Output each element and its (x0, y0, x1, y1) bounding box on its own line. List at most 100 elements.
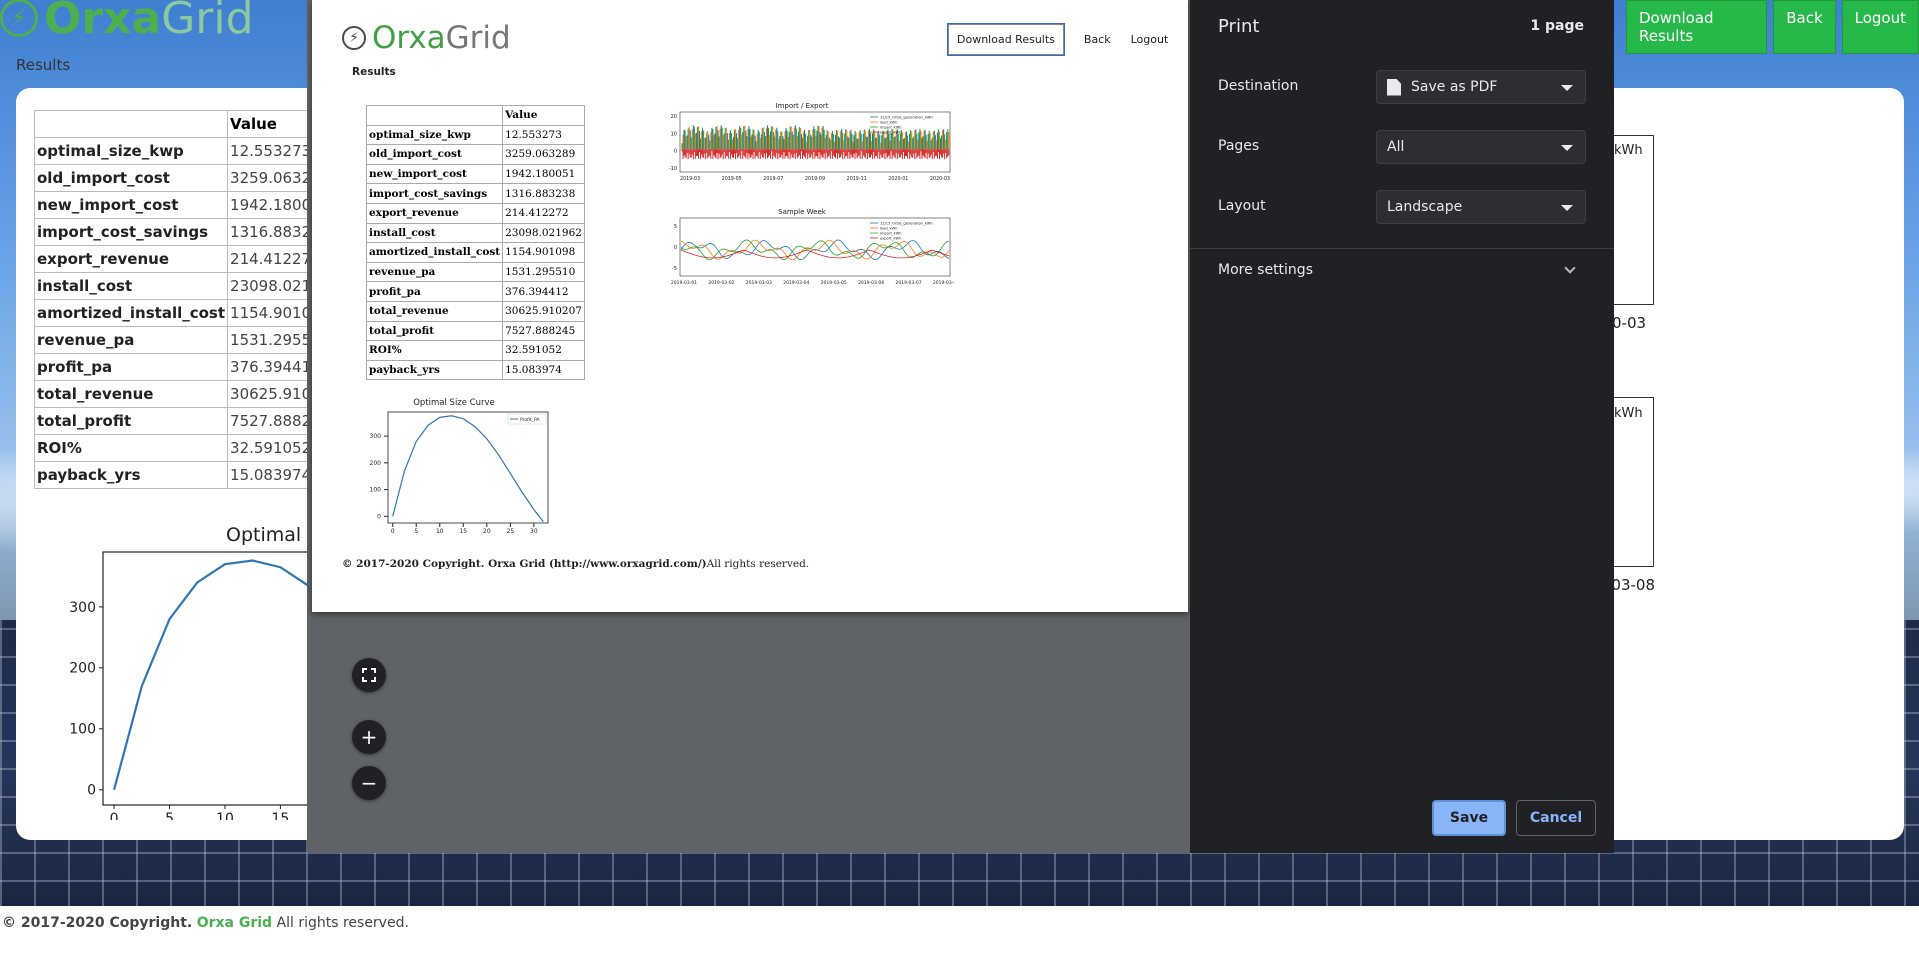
bg-y-tick-label: 300 (69, 600, 96, 616)
results-table: Value optimal_size_kwp 12.553273 old_impor… (33, 110, 343, 489)
chart-fragment-1 (1612, 135, 1654, 305)
sample-week-title: Sample Week (778, 208, 826, 216)
table-row: new_import_cost 1942.180051 (33, 191, 343, 219)
back-button[interactable]: Back (1773, 0, 1836, 54)
fit-to-page-button[interactable] (352, 658, 386, 692)
preview-table-key: optimal_size_kwp (365, 124, 504, 146)
optimal-curve-title: Optimal Size Curve (413, 398, 495, 408)
preview-table-header-value: Value (502, 105, 585, 126)
preview-table-value: 15.083974 (502, 359, 585, 381)
preview-y-tick-label: 200 (370, 460, 382, 467)
week-y-tick-label: 0 (674, 245, 677, 251)
top-nav: Download Results Back Logout (1626, 0, 1919, 54)
preview-table-key: import_cost_savings (365, 183, 504, 204)
preview-table-key: revenue_pa (365, 261, 504, 283)
preview-x-tick-label: 30 (530, 528, 538, 535)
footer-brand-link[interactable]: Orxa Grid (197, 915, 272, 931)
preview-footer-bold: © 2017-2020 Copyright. Orxa Grid (http:/… (342, 558, 707, 570)
pages-select[interactable]: All (1376, 130, 1586, 164)
caret-down-icon (1561, 145, 1573, 151)
preview-table-key: install_cost (365, 222, 504, 244)
ie-x-tick-label: 2019-11 (847, 176, 867, 182)
ie-legend-label: 12/15_Orbis_generation_kWh (880, 116, 933, 120)
caret-down-icon (1561, 85, 1573, 91)
results-label: Results (16, 56, 71, 74)
ie-x-tick-label: 2020-01 (888, 176, 908, 182)
preview-x-tick-label: 0 (391, 528, 395, 535)
bolt-icon: ⚡ (0, 0, 38, 37)
preview-x-tick-label: 15 (459, 528, 467, 535)
divider (1190, 248, 1614, 249)
preview-table-row: profit_pa 376.394412 (365, 281, 585, 302)
preview-table-value: 214.412272 (502, 202, 585, 224)
logout-button[interactable]: Logout (1841, 0, 1919, 54)
preview-page: ⚡ Orxa Grid Download Results Back Logout… (312, 0, 1188, 612)
preview-table-value: 23098.021962 (502, 222, 585, 244)
preview-table-value: 1154.901098 (502, 242, 585, 263)
preview-table-value: 1942.180051 (502, 163, 585, 185)
preview-table-key: new_import_cost (365, 163, 504, 185)
ie-legend-label: load_kWh (880, 121, 897, 125)
chevron-down-icon[interactable] (1564, 262, 1576, 274)
preview-table-row: ROI% 32.591052 (365, 340, 585, 361)
optimal-curve-chart: 0 100 200 300 0 5 10 15 20 25 30 Profit_PA (370, 411, 549, 535)
preview-table-key: total_profit (365, 320, 504, 342)
preview-footer-normal: All rights reserved. (706, 558, 810, 570)
bg-plot-frame (102, 551, 310, 806)
ie-x-tick-label: 2019-09 (805, 176, 825, 182)
table-row: export_revenue 214.412272 (33, 245, 343, 273)
zoom-out-button[interactable]: − (352, 766, 386, 800)
destination-select[interactable]: Save as PDF (1376, 70, 1586, 104)
bg-x-tick-label: 0 (110, 811, 119, 820)
site-logo[interactable]: ⚡ Orxa Grid (0, 0, 254, 46)
table-row: total_profit 7527.888245 (33, 407, 343, 435)
preview-logo: ⚡ Orxa Grid (342, 20, 511, 56)
table-row: profit_pa 376.394412 (33, 353, 343, 381)
table-key: old_import_cost (33, 164, 229, 192)
chart-title: Optimal S (226, 524, 320, 546)
preview-logo-word-2: Grid (445, 20, 511, 56)
table-key: amortized_install_cost (33, 299, 229, 327)
page-footer: © 2017-2020 Copyright. Orxa Grid All rig… (0, 906, 1919, 954)
ie-x-tick-label: 2019-07 (763, 176, 783, 182)
preview-table-row: payback_yrs 15.083974 (365, 359, 585, 381)
ie-y-tick-label: 0 (674, 149, 677, 155)
preview-y-tick-label: 300 (370, 433, 382, 440)
pages-label: Pages (1218, 138, 1260, 154)
preview-x-tick-label: 10 (436, 528, 444, 535)
preview-nav: Download Results Back Logout (948, 24, 1168, 55)
preview-results-label: Results (352, 66, 396, 78)
bg-profit-pa-line (113, 559, 310, 791)
footer-copyright: © 2017-2020 Copyright. (2, 915, 193, 931)
import-export-title: Import / Export (775, 102, 829, 110)
week-frame (679, 217, 951, 277)
layout-select[interactable]: Landscape (1376, 190, 1586, 224)
table-header-empty (33, 110, 229, 138)
layout-value: Landscape (1387, 199, 1463, 215)
save-button[interactable]: Save (1432, 800, 1506, 836)
table-row: payback_yrs 15.083974 (33, 461, 343, 489)
ie-legend-label: import_kWh (880, 126, 902, 130)
table-row: amortized_install_cost 1154.901098 (33, 299, 343, 327)
preview-table-value: 1316.883238 (502, 183, 585, 204)
preview-table-header-empty (365, 105, 504, 126)
table-row: import_cost_savings 1316.883238 (33, 218, 343, 246)
week-x-tick-label: 2019-03-02 (708, 280, 734, 286)
table-key: total_profit (33, 407, 229, 435)
download-results-button[interactable]: Download Results (1626, 0, 1768, 54)
preview-table-row: total_profit 7527.888245 (365, 320, 585, 342)
page-count: 1 page (1530, 18, 1584, 34)
week-y-tick-label: 5 (674, 224, 677, 230)
ie-x-tick-label: 2020-03 (930, 176, 950, 182)
zoom-in-button[interactable]: + (352, 720, 386, 754)
preview-table-row: old_import_cost 3259.063289 (365, 144, 585, 165)
table-key: install_cost (33, 272, 229, 300)
preview-y-tick-label: 100 (370, 487, 382, 494)
more-settings-toggle[interactable]: More settings (1218, 262, 1313, 278)
table-key: payback_yrs (33, 461, 229, 489)
preview-table-row: install_cost 23098.021962 (365, 222, 585, 244)
preview-table-row: amortized_install_cost 1154.901098 (365, 242, 585, 263)
cancel-button[interactable]: Cancel (1516, 800, 1596, 836)
table-header-row: Value (33, 110, 343, 138)
preview-table-row: revenue_pa 1531.295510 (365, 261, 585, 283)
